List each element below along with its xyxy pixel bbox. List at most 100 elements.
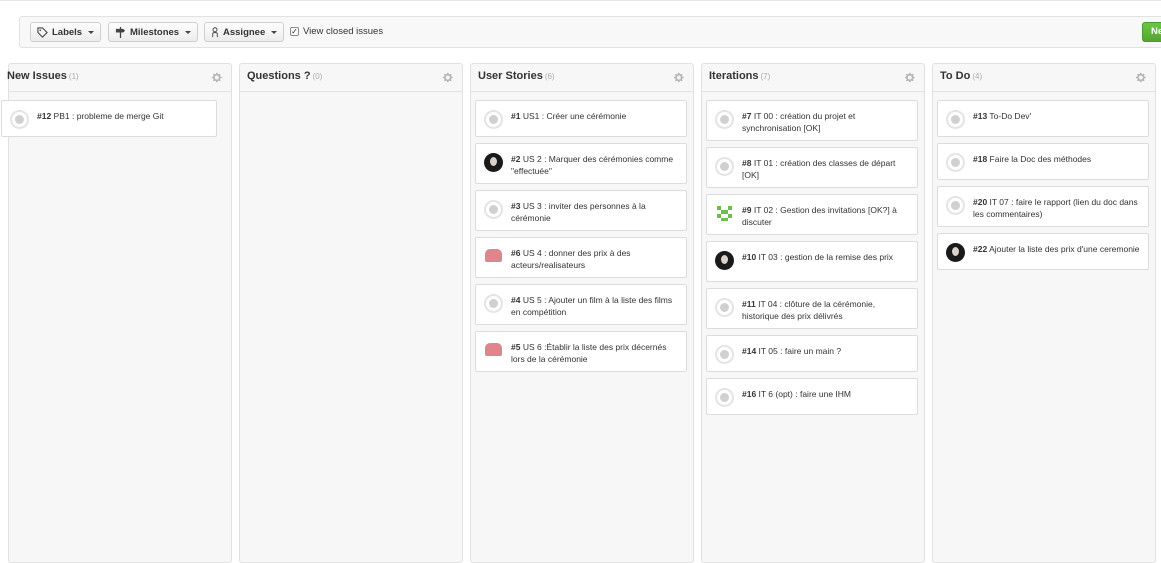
issue-card[interactable]: #20 IT 07 : faire le rapport (lien du do… xyxy=(937,186,1149,227)
avatar xyxy=(715,157,734,176)
avatar xyxy=(484,341,503,360)
issue-title: IT 07 : faire le rapport (lien du doc da… xyxy=(973,197,1138,219)
issue-card[interactable]: #2 US 2 : Marquer des cérémonies comme "… xyxy=(475,143,687,184)
issue-card[interactable]: #13 To-Do Dev' xyxy=(937,100,1149,137)
labels-button[interactable]: Labels xyxy=(30,22,102,42)
avatar xyxy=(715,345,734,364)
top-border xyxy=(0,0,1161,1)
view-closed-label: View closed issues xyxy=(303,26,384,37)
labels-button-label: Labels xyxy=(52,26,83,38)
issue-title: US 5 : Ajouter un film à la liste des fi… xyxy=(511,295,673,317)
issue-card[interactable]: #18 Faire la Doc des méthodes xyxy=(937,143,1149,180)
issue-number[interactable]: #18 xyxy=(973,154,987,164)
avatar xyxy=(10,110,29,129)
person-icon xyxy=(212,26,218,37)
issue-number[interactable]: #12 xyxy=(37,111,51,121)
new-issue-button[interactable]: Ne xyxy=(1142,22,1161,42)
assignee-button-label: Assignee xyxy=(223,26,266,38)
column-title-text: User Stories xyxy=(478,70,543,82)
view-closed-toggle[interactable]: ✓ View closed issues xyxy=(290,26,383,37)
avatar xyxy=(946,243,965,262)
column-1: Questions ? (0) xyxy=(239,63,463,563)
gear-icon[interactable] xyxy=(212,72,223,83)
column-title: To Do (4) xyxy=(940,70,982,82)
issue-title: IT 00 : création du projet et synchronis… xyxy=(742,111,856,133)
issue-title: IT 01 : création des classes de départ [… xyxy=(742,158,896,180)
issue-card[interactable]: #10 IT 03 : gestion de la remise des pri… xyxy=(706,241,918,282)
tag-icon xyxy=(37,26,48,38)
issue-card[interactable]: #22 Ajouter la liste des prix d'une cere… xyxy=(937,233,1149,270)
issue-card[interactable]: #11 IT 04 : clôture de la cérémonie, his… xyxy=(706,288,918,329)
avatar xyxy=(484,200,503,219)
column-count: (7) xyxy=(760,72,771,81)
issue-card[interactable]: #16 IT 6 (opt) : faire une IHM xyxy=(706,378,918,415)
issue-card[interactable]: #6 US 4 : donner des prix à des acteurs/… xyxy=(475,237,687,278)
column-title: New Issues (1) xyxy=(7,70,79,82)
issue-number[interactable]: #16 xyxy=(742,389,756,399)
issue-title: US 3 : inviter des personnes à la cérémo… xyxy=(511,201,646,223)
issue-number[interactable]: #14 xyxy=(742,346,756,356)
column-title-text: New Issues xyxy=(7,70,67,82)
issue-number[interactable]: #10 xyxy=(742,252,756,262)
column-header: User Stories (6) xyxy=(471,64,693,92)
issue-card[interactable]: #12 PB1 : probleme de merge Git xyxy=(1,100,217,137)
issue-card[interactable]: #9 IT 02 : Gestion des invitations [OK?]… xyxy=(706,194,918,235)
avatar xyxy=(484,153,503,172)
column-title-text: Iterations xyxy=(709,70,759,82)
issue-title: IT 6 (opt) : faire une IHM xyxy=(756,389,851,399)
gear-icon[interactable] xyxy=(443,72,454,83)
avatar xyxy=(715,204,734,223)
issue-title: IT 03 : gestion de la remise des prix xyxy=(756,252,894,262)
column-title: User Stories (6) xyxy=(478,70,555,82)
column-0: New Issues (1) #12 PB1 : probleme de merge… xyxy=(1,63,232,563)
issue-card[interactable]: #1 US1 : Créer une cérémonie xyxy=(475,100,687,137)
milestones-button-label: Milestones xyxy=(130,26,180,38)
issue-title: IT 02 : Gestion des invitations [OK?] à … xyxy=(742,205,897,227)
column-title-text: Questions ? xyxy=(247,70,311,82)
issue-title: PB1 : probleme de merge Git xyxy=(51,111,164,121)
issue-number[interactable]: #22 xyxy=(973,244,987,254)
issue-card[interactable]: #3 US 3 : inviter des personnes à la cér… xyxy=(475,190,687,231)
avatar xyxy=(715,388,734,407)
column-header: Iterations (7) xyxy=(702,64,924,92)
chevron-down-icon xyxy=(185,30,192,34)
issue-number[interactable]: #20 xyxy=(973,197,987,207)
column-header: New Issues (1) xyxy=(7,64,231,92)
avatar xyxy=(715,298,734,317)
filter-toolbar: Labels Milestones Assignee ✓ View closed… xyxy=(19,16,1161,48)
column-header: Questions ? (0) xyxy=(240,64,462,92)
avatar xyxy=(946,196,965,215)
column-count: (6) xyxy=(544,72,555,81)
issue-card[interactable]: #5 US 6 :Établir la liste des prix décer… xyxy=(475,331,687,372)
issue-number[interactable]: #11 xyxy=(742,299,756,309)
column-4: To Do (4) #13 To-Do Dev' #18 Faire la Doc d… xyxy=(932,63,1156,563)
issue-title: US 4 : donner des prix à des acteurs/rea… xyxy=(511,248,631,270)
issue-card[interactable]: #7 IT 00 : création du projet et synchro… xyxy=(706,100,918,141)
issue-title: US 2 : Marquer des cérémonies comme "eff… xyxy=(511,154,674,176)
issue-card[interactable]: #8 IT 01 : création des classes de dépar… xyxy=(706,147,918,188)
issue-number[interactable]: #13 xyxy=(973,111,987,121)
milestones-button[interactable]: Milestones xyxy=(108,22,199,42)
avatar xyxy=(484,110,503,129)
view-closed-checkbox[interactable]: ✓ xyxy=(290,27,299,36)
assignee-button[interactable]: Assignee xyxy=(204,22,285,42)
issue-card[interactable]: #14 IT 05 : faire un main ? xyxy=(706,335,918,372)
gear-icon[interactable] xyxy=(1136,72,1147,83)
issue-title: IT 04 : clôture de la cérémonie, histori… xyxy=(742,299,876,321)
column-title-text: To Do xyxy=(940,70,971,82)
chevron-down-icon xyxy=(271,30,278,34)
column-3: Iterations (7) #7 IT 00 : création du proj… xyxy=(701,63,925,563)
column-count: (4) xyxy=(972,72,983,81)
gear-icon[interactable] xyxy=(905,72,916,83)
gear-icon[interactable] xyxy=(674,72,685,83)
issue-card[interactable]: #4 US 5 : Ajouter un film à la liste des… xyxy=(475,284,687,325)
column-title: Iterations (7) xyxy=(709,70,770,82)
column-2: User Stories (6) #1 US1 : Créer une cérémo… xyxy=(470,63,694,563)
avatar xyxy=(946,110,965,129)
avatar xyxy=(715,110,734,129)
column-count: (1) xyxy=(68,72,79,81)
avatar xyxy=(484,247,503,266)
issue-title: US1 : Créer une cérémonie xyxy=(520,111,627,121)
issue-title: US 6 :Établir la liste des prix décernés… xyxy=(511,342,667,364)
avatar xyxy=(946,153,965,172)
